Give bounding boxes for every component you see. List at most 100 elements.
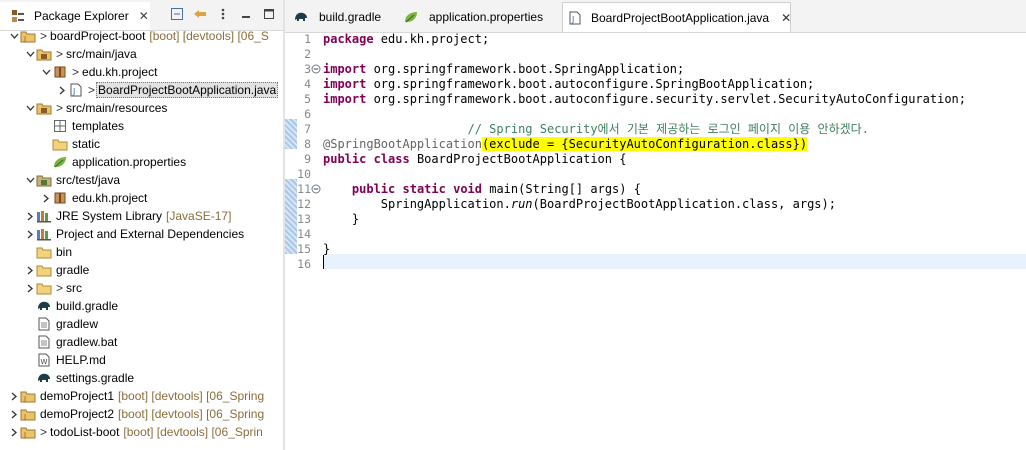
comment-token: // Spring Security에서 기본 제공하는 로그인 페이지 이용 … — [467, 122, 869, 136]
code-token: main(String[] args) { — [482, 182, 641, 196]
code-line[interactable]: 16 — [285, 257, 1026, 272]
tree-item[interactable]: src/test/java — [0, 171, 283, 189]
code-line[interactable]: 11 public static void main(String[] args… — [285, 182, 1026, 197]
chevron-down-icon[interactable] — [8, 32, 20, 41]
code-token: org.springframework.boot.autoconfigure.s… — [366, 92, 967, 106]
code-token: org.springframework.boot.autoconfigure.S… — [366, 77, 815, 91]
tree-item[interactable]: templates — [0, 117, 283, 135]
line-number: 9 — [304, 152, 311, 166]
tree-item[interactable]: > edu.kh.project — [0, 63, 283, 81]
code-line[interactable]: 1 package edu.kh.project; — [285, 32, 1026, 47]
project-icon: J — [20, 406, 36, 422]
chevron-down-icon[interactable] — [40, 68, 52, 77]
tree-item[interactable]: > src/main/resources — [0, 99, 283, 117]
package-explorer-tab[interactable]: Package Explorer ✕ — [0, 2, 150, 30]
tree-item[interactable]: > src — [0, 279, 283, 297]
tree-item[interactable]: JdemoProject1 [boot] [devtools] [06_Sprin… — [0, 387, 283, 405]
tree-item-label: BoardProjectBootApplication.java — [96, 82, 279, 98]
tree-item[interactable]: J > BoardProjectBootApplication.java — [0, 81, 283, 99]
code-line[interactable]: 13 } — [285, 212, 1026, 227]
dirty-prefix-marker: > — [72, 65, 80, 79]
chevron-right-icon[interactable] — [56, 86, 68, 95]
keyword-token: package — [323, 32, 374, 46]
tree-item[interactable]: edu.kh.project — [0, 189, 283, 207]
source-folder-icon — [36, 100, 52, 116]
line-number: 4 — [304, 77, 311, 91]
code-line[interactable]: 10 — [285, 167, 1026, 182]
tree-item-label: static — [72, 137, 101, 151]
editor-tab-application-properties[interactable]: application.properties — [397, 2, 557, 32]
code-line[interactable]: 9 public class BoardProjectBootApplicatio… — [285, 152, 1026, 167]
svg-text:J: J — [23, 413, 26, 421]
line-number: 14 — [297, 227, 311, 241]
tree-item[interactable]: build.gradle — [0, 297, 283, 315]
tree-item[interactable]: gradlew — [0, 315, 283, 333]
dirty-prefix-marker: > — [40, 425, 48, 439]
code-line[interactable]: 5 import org.springframework.boot.autocon… — [285, 92, 1026, 107]
folder-icon — [36, 244, 52, 260]
close-icon[interactable]: ✕ — [781, 11, 791, 25]
svg-text:W: W — [41, 358, 48, 366]
tree-item[interactable]: > src/main/java — [0, 45, 283, 63]
tree-item[interactable]: Project and External Dependencies — [0, 225, 283, 243]
tree-item[interactable]: gradlew.bat — [0, 333, 283, 351]
code-editor[interactable]: 1 package edu.kh.project; 2 3 import org.spr… — [285, 32, 1026, 450]
code-line[interactable]: 6 — [285, 107, 1026, 122]
link-with-editor-icon[interactable] — [192, 6, 208, 22]
tree-item[interactable]: bin — [0, 243, 283, 261]
keyword-token: import — [323, 77, 367, 91]
keyword-token: class — [373, 152, 410, 166]
tree-item[interactable]: J > boardProject-boot [boot] [devtools] [06… — [0, 27, 283, 45]
keyword-token: public — [323, 152, 367, 166]
code-line[interactable]: 2 — [285, 47, 1026, 62]
package-grid-icon — [52, 118, 68, 134]
code-line[interactable]: 15} — [285, 242, 1026, 257]
project-icon: J — [20, 28, 36, 44]
view-menu-icon[interactable] — [215, 6, 231, 22]
code-line[interactable]: 8 @SpringBootApplication(exclude = {Secur… — [285, 137, 1026, 152]
chevron-down-icon[interactable] — [24, 50, 36, 59]
package-explorer-view: Package Explorer ✕ J > boardProject-boot [b… — [0, 0, 283, 450]
chevron-right-icon[interactable] — [8, 410, 20, 419]
chevron-down-icon[interactable] — [24, 176, 36, 185]
code-line[interactable]: 14 — [285, 227, 1026, 242]
keyword-token: void — [453, 182, 482, 196]
tree-item[interactable]: static — [0, 135, 283, 153]
close-icon[interactable]: ✕ — [139, 9, 149, 23]
maximize-icon[interactable] — [261, 6, 277, 22]
code-line[interactable]: 12 SpringApplication.run(BoardProjectBoo… — [285, 197, 1026, 212]
tree-item[interactable]: W HELP.md — [0, 351, 283, 369]
code-line[interactable]: 7 // Spring Security에서 기본 제공하는 로그인 페이지 이… — [285, 122, 1026, 137]
fold-collapse-icon[interactable] — [311, 183, 321, 194]
editor-tab-boardprojectbootapplication-java[interactable]: J BoardProjectBootApplication.java ✕ — [562, 2, 791, 32]
tree-item[interactable]: settings.gradle — [0, 369, 283, 387]
chevron-right-icon[interactable] — [24, 266, 36, 275]
chevron-down-icon[interactable] — [24, 104, 36, 113]
chevron-right-icon[interactable] — [8, 392, 20, 401]
tree-item[interactable]: gradle — [0, 261, 283, 279]
fold-collapse-icon[interactable] — [311, 63, 321, 74]
tree-item[interactable]: JRE System Library [JavaSE-17] — [0, 207, 283, 225]
tree-item-label: src/main/java — [66, 47, 137, 61]
tree-item[interactable]: JdemoProject2 [boot] [devtools] [06_Sprin… — [0, 405, 283, 423]
editor-area: build.gradle application.properties J Bo… — [285, 0, 1026, 450]
chevron-right-icon[interactable] — [8, 428, 20, 437]
editor-tab-build-gradle[interactable]: build.gradle — [287, 2, 395, 32]
line-number: 12 — [297, 197, 311, 211]
chevron-right-icon[interactable] — [24, 230, 36, 239]
chevron-right-icon[interactable] — [40, 194, 52, 203]
code-line[interactable]: 4 import org.springframework.boot.autocon… — [285, 77, 1026, 92]
collapse-all-icon[interactable] — [169, 6, 185, 22]
tree-item[interactable]: J > todoList-boot [boot] [devtools] [06_Spr… — [0, 423, 283, 441]
code-line[interactable]: 3 import org.springframework.boot.SpringA… — [285, 62, 1026, 77]
chevron-right-icon[interactable] — [24, 212, 36, 221]
package-explorer-title: Package Explorer — [34, 9, 129, 23]
minimize-icon[interactable] — [238, 6, 254, 22]
chevron-right-icon[interactable] — [24, 284, 36, 293]
tree-item[interactable]: application.properties — [0, 153, 283, 171]
tree-item-label: HELP.md — [56, 353, 106, 367]
code-text: // Spring Security에서 기본 제공하는 로그인 페이지 이용 … — [323, 122, 869, 137]
